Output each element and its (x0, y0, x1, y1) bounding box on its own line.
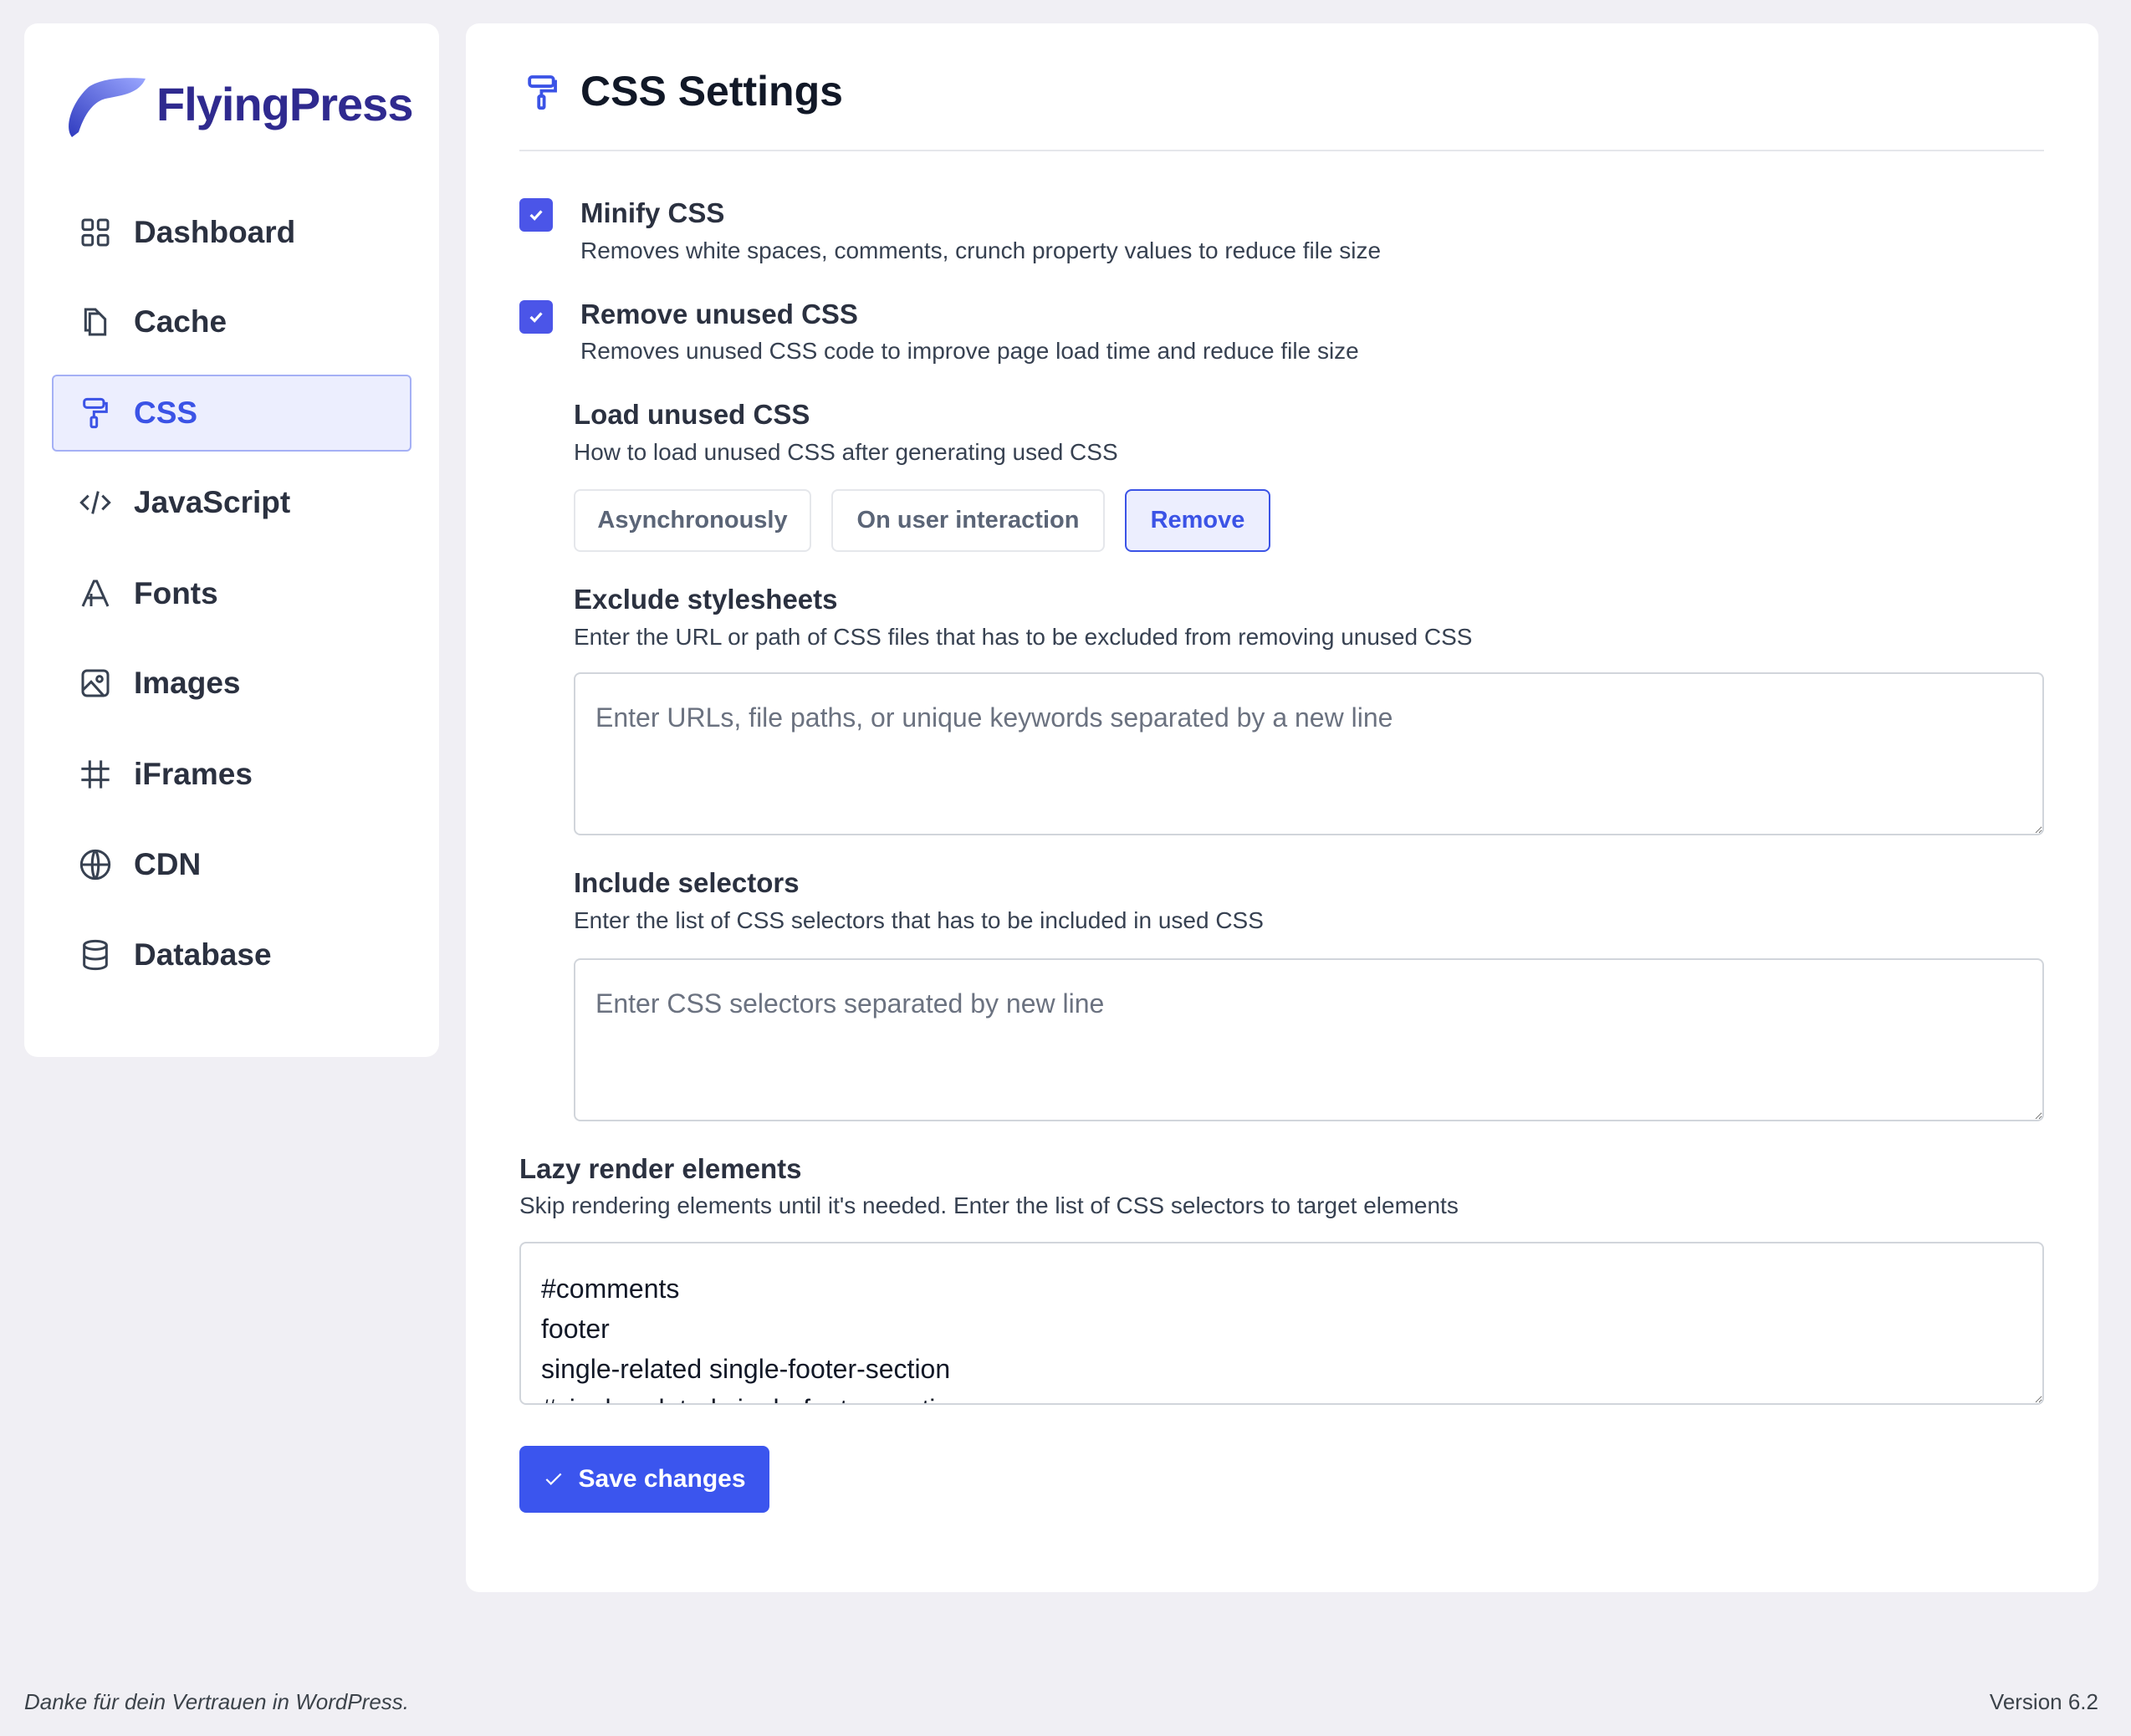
sidebar-item-dashboard[interactable]: Dashboard (52, 194, 411, 271)
paint-roller-icon (527, 74, 559, 116)
minify-css-checkbox[interactable] (519, 198, 553, 232)
exclude-stylesheets-label: Exclude stylesheets (574, 584, 838, 615)
sidebar-item-label: CSS (134, 396, 198, 430)
grid-icon (75, 216, 115, 249)
sidebar-item-cache[interactable]: Cache (52, 283, 411, 360)
sidebar-item-label: Images (134, 666, 241, 700)
lazy-render-desc: Skip rendering elements until it's neede… (519, 1192, 1459, 1218)
exclude-stylesheets-input[interactable] (574, 672, 2044, 835)
check-icon (529, 312, 543, 323)
font-icon (75, 577, 115, 610)
footer-thanks: Danke für dein Vertrauen in WordPress. (24, 1689, 410, 1714)
sidebar-item-label: iFrames (134, 757, 253, 791)
minify-css-label: Minify CSS (580, 197, 725, 228)
frame-icon (75, 758, 115, 791)
paint-roller-icon (75, 396, 115, 430)
sidebar-item-database[interactable]: Database (52, 917, 411, 993)
save-changes-button[interactable]: Save changes (519, 1446, 769, 1513)
remove-unused-css-desc: Removes unused CSS code to improve page … (580, 338, 1359, 364)
load-unused-css-desc: How to load unused CSS after generating … (574, 439, 1118, 465)
minify-css-desc: Removes white spaces, comments, crunch p… (580, 237, 1382, 263)
sidebar-item-css[interactable]: CSS (52, 375, 411, 452)
flyingpress-logo-icon (64, 77, 147, 143)
exclude-stylesheets-desc: Enter the URL or path of CSS files that … (574, 624, 1473, 650)
sidebar-item-cdn[interactable]: CDN (52, 826, 411, 903)
sidebar-item-javascript[interactable]: JavaScript (52, 464, 411, 541)
include-selectors-desc: Enter the list of CSS selectors that has… (574, 907, 1264, 933)
sidebar-item-label: JavaScript (134, 485, 291, 519)
divider (519, 150, 2044, 151)
brand-name: FlyingPress (156, 78, 413, 130)
lazy-render-label: Lazy render elements (519, 1153, 802, 1184)
check-icon (529, 210, 543, 221)
lazy-render-input[interactable] (519, 1242, 2044, 1405)
include-selectors-label: Include selectors (574, 867, 800, 898)
remove-unused-css-checkbox[interactable] (519, 300, 553, 334)
sidebar-item-label: Cache (134, 304, 227, 339)
sidebar-item-label: CDN (134, 847, 202, 881)
load-unused-css-label: Load unused CSS (574, 399, 810, 430)
sidebar-item-label: Dashboard (134, 215, 296, 249)
sidebar-item-iframes[interactable]: iFrames (52, 736, 411, 813)
globe-icon (75, 848, 115, 881)
option-remove[interactable]: Remove (1125, 489, 1270, 552)
sidebar-item-label: Fonts (134, 576, 218, 610)
remove-unused-css-label: Remove unused CSS (580, 299, 858, 329)
code-icon (75, 486, 115, 519)
sidebar-item-images[interactable]: Images (52, 645, 411, 722)
option-on-user-interaction[interactable]: On user interaction (831, 489, 1105, 552)
include-selectors-input[interactable] (574, 958, 2044, 1121)
option-asynchronously[interactable]: Asynchronously (574, 489, 811, 552)
database-icon (75, 938, 115, 972)
image-icon (75, 666, 115, 700)
check-icon (546, 1473, 562, 1485)
sidebar-item-fonts[interactable]: Fonts (52, 555, 411, 632)
save-changes-label: Save changes (578, 1465, 746, 1493)
page-title: CSS Settings (580, 68, 843, 115)
footer-version: Version 6.2 (1989, 1689, 2098, 1714)
sidebar-item-label: Database (134, 937, 272, 972)
copy-icon (75, 305, 115, 339)
